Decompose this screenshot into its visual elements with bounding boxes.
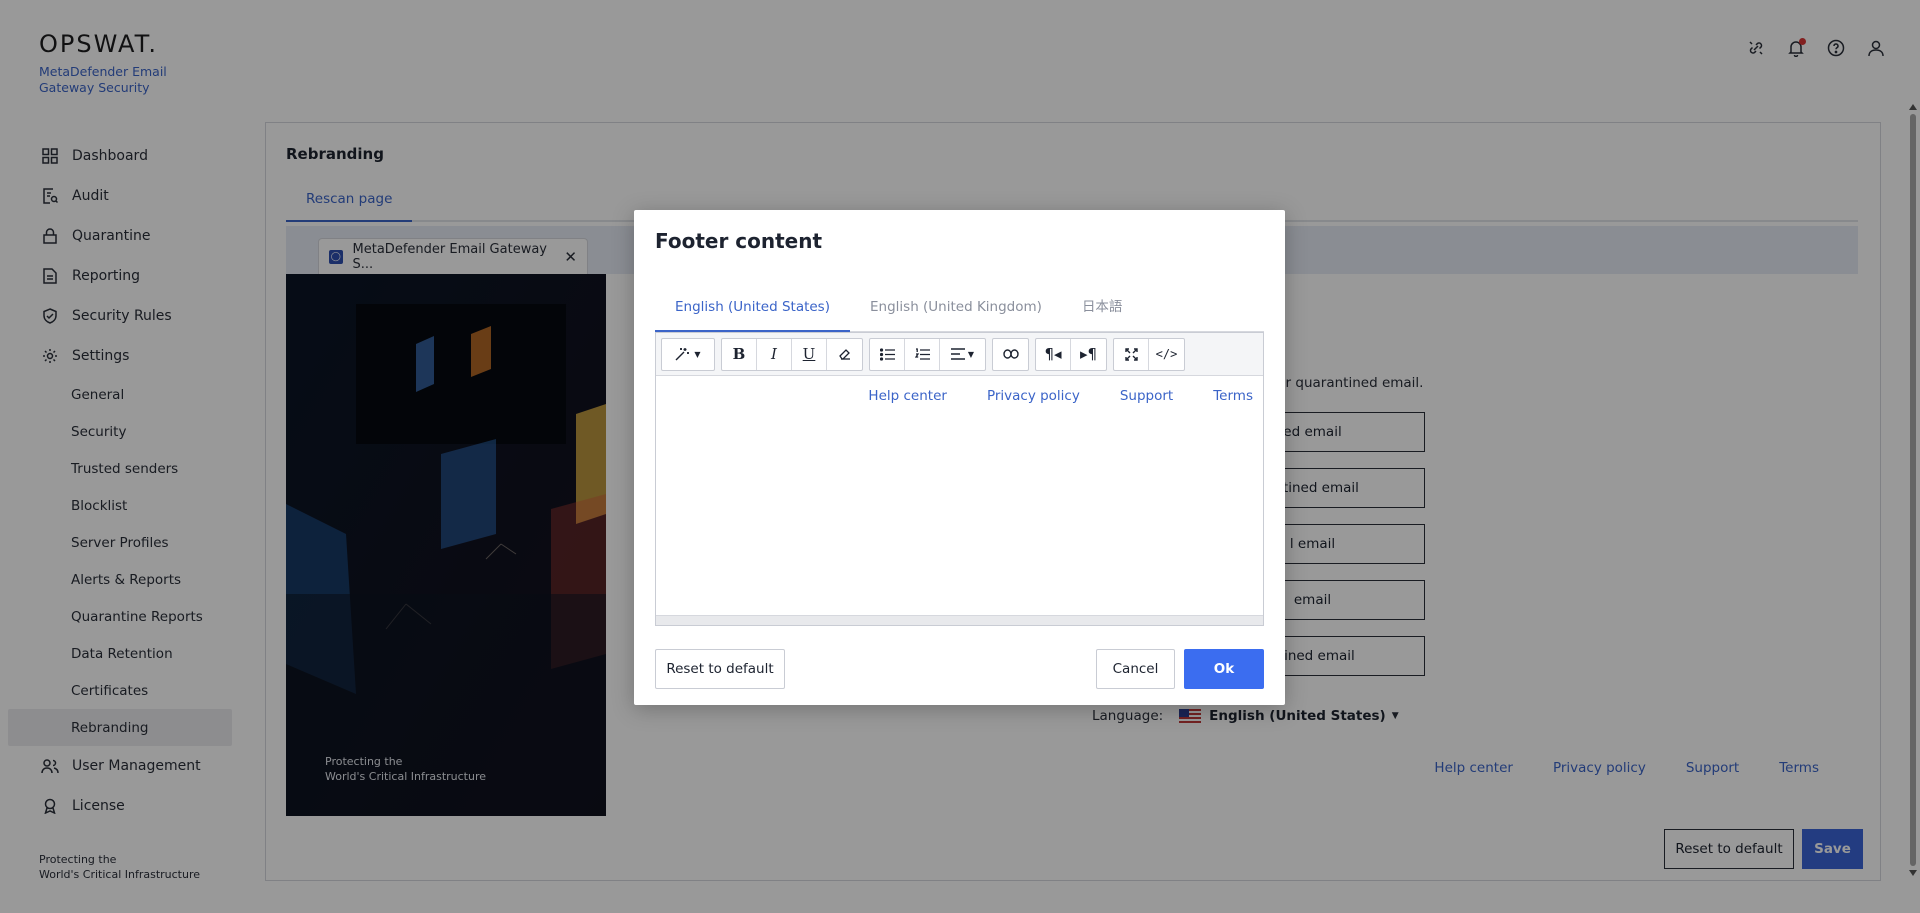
editor-link-terms[interactable]: Terms <box>1213 388 1253 404</box>
align-icon[interactable]: ▼ <box>940 339 985 370</box>
eraser-icon[interactable] <box>827 339 862 370</box>
editor-content-area[interactable]: Help center Privacy policy Support Terms <box>656 376 1263 607</box>
editor-resize-handle[interactable] <box>656 615 1263 625</box>
bullet-list-icon[interactable] <box>870 338 905 370</box>
numbered-list-icon[interactable] <box>905 338 940 370</box>
paragraph-rtl-icon[interactable]: ▸¶ <box>1071 339 1106 370</box>
tab-english-uk[interactable]: English (United Kingdom) <box>850 285 1062 332</box>
fullscreen-icon[interactable] <box>1114 338 1149 370</box>
editor-link-privacy-policy[interactable]: Privacy policy <box>987 388 1080 404</box>
footer-content-modal: Footer content English (United States) E… <box>634 210 1285 705</box>
tab-japanese[interactable]: 日本語 <box>1062 285 1143 332</box>
link-icon[interactable] <box>993 339 1028 370</box>
tab-english-us[interactable]: English (United States) <box>655 285 850 332</box>
rich-text-editor: ▼ B I U ▼ ¶◂ ▸¶ </> Help center Privacy … <box>655 332 1264 626</box>
editor-toolbar: ▼ B I U ▼ ¶◂ ▸¶ </> <box>656 333 1263 376</box>
style-magic-icon[interactable]: ▼ <box>662 339 714 370</box>
underline-icon[interactable]: U <box>792 338 827 370</box>
code-view-icon[interactable]: </> <box>1149 339 1184 370</box>
bold-icon[interactable]: B <box>722 338 757 370</box>
paragraph-ltr-icon[interactable]: ¶◂ <box>1036 338 1071 370</box>
editor-link-support[interactable]: Support <box>1120 388 1173 404</box>
modal-title: Footer content <box>655 229 823 253</box>
modal-reset-to-default-button[interactable]: Reset to default <box>655 649 785 689</box>
language-tabs: English (United States) English (United … <box>655 285 1264 332</box>
editor-footer-links: Help center Privacy policy Support Terms <box>868 388 1253 404</box>
modal-ok-button[interactable]: Ok <box>1184 649 1264 689</box>
editor-link-help-center[interactable]: Help center <box>868 388 947 404</box>
modal-cancel-button[interactable]: Cancel <box>1096 649 1175 689</box>
italic-icon[interactable]: I <box>757 338 792 370</box>
